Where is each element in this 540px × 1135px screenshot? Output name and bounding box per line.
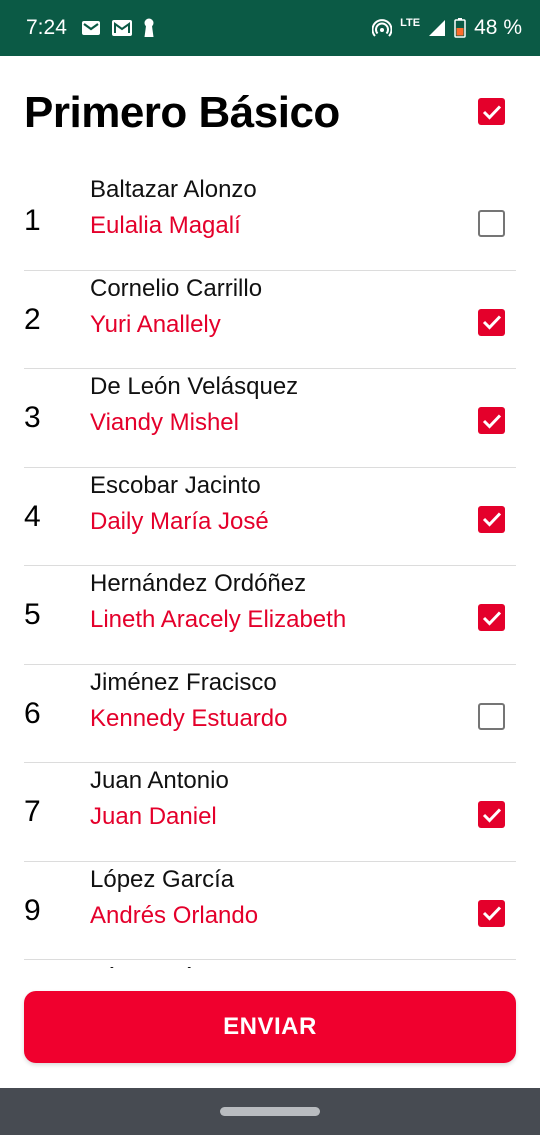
network-type: LTE [400, 17, 421, 29]
student-row[interactable]: 3 De León Velásquez Viandy Mishel [0, 369, 540, 468]
attendance-checkbox[interactable] [478, 210, 505, 237]
student-surname: López García [90, 865, 235, 893]
hotspot-icon [372, 18, 393, 38]
status-time: 7:24 [26, 16, 67, 39]
gallery-mail-icon [111, 19, 133, 37]
keyhole-icon [143, 18, 155, 38]
student-number: 1 [24, 204, 41, 237]
student-given-name: Eulalia Magalí [90, 212, 241, 239]
status-bar: 7:24 LTE 48 % [0, 0, 540, 56]
attendance-checkbox[interactable] [478, 702, 505, 730]
check-icon [482, 807, 501, 823]
notification-icons [81, 18, 155, 38]
student-number: 5 [24, 598, 41, 631]
student-row[interactable]: 4 Escobar Jacinto Daily María José [0, 468, 540, 567]
check-icon [482, 413, 501, 429]
student-number: 9 [24, 893, 41, 927]
check-icon [482, 610, 501, 626]
student-surname: Hernández Ordóñez [90, 570, 307, 597]
student-number: 6 [24, 696, 41, 730]
send-button[interactable]: ENVIAR [24, 991, 516, 1063]
select-all-checkbox[interactable] [478, 98, 505, 125]
home-gesture-handle[interactable] [220, 1107, 320, 1116]
student-row[interactable]: 5 Hernández Ordóñez Lineth Aracely Elizabe… [0, 566, 540, 665]
student-row[interactable]: 6 Jiménez Fracisco Kennedy Estuardo [0, 665, 540, 764]
student-given-name: Lineth Aracely Elizabeth [90, 606, 347, 633]
attendance-screen: Primero Básico 1 Baltazar Alonzo Eulalia M… [0, 56, 540, 1088]
student-surname: De León Velásquez [90, 373, 299, 400]
student-given-name: Daily María José [90, 507, 269, 535]
gmail-icon [81, 20, 101, 36]
attendance-checkbox[interactable] [478, 407, 505, 434]
student-given-name: Kennedy Estuardo [90, 704, 288, 732]
student-given-name: Andrés Orlando [90, 901, 259, 929]
student-surname: Jiménez Fracisco [90, 668, 277, 696]
student-surname: Juan Antonio [90, 767, 229, 794]
attendance-checkbox[interactable] [478, 801, 505, 828]
student-number: 2 [24, 302, 41, 336]
student-row[interactable]: 1 Baltazar Alonzo Eulalia Magalí [0, 172, 540, 271]
check-icon [482, 104, 501, 120]
student-given-name: Yuri Anallely [90, 310, 221, 338]
check-icon [482, 906, 501, 921]
student-number: 7 [24, 795, 41, 828]
student-row[interactable]: 2 Cornelio Carrillo Yuri Anallely [0, 271, 540, 370]
student-surname: Baltazar Alonzo [90, 176, 257, 203]
student-row[interactable]: 9 López García Andrés Orlando [0, 862, 540, 961]
student-row[interactable]: 7 Juan Antonio Juan Daniel [0, 763, 540, 862]
attendance-checkbox[interactable] [478, 604, 505, 631]
student-list: 1 Baltazar Alonzo Eulalia Magalí 2 Cornelio … [0, 172, 540, 1059]
student-number: 3 [24, 401, 41, 434]
header: Primero Básico [0, 56, 540, 172]
battery-percent: 48 % [474, 16, 522, 39]
student-surname: Cornelio Carrillo [90, 274, 263, 302]
attendance-checkbox[interactable] [478, 308, 505, 336]
navigation-bar [0, 1088, 540, 1135]
battery-icon [454, 18, 466, 38]
student-given-name: Juan Daniel [90, 803, 217, 830]
student-number: 4 [24, 499, 41, 533]
page-title: Primero Básico [24, 88, 340, 137]
student-surname: Escobar Jacinto [90, 471, 261, 499]
check-icon [482, 315, 501, 330]
system-icons: LTE 48 % [372, 16, 522, 40]
check-icon [482, 512, 501, 527]
signal-icon [428, 19, 446, 37]
attendance-checkbox[interactable] [478, 899, 505, 927]
attendance-checkbox[interactable] [478, 505, 505, 533]
student-given-name: Viandy Mishel [90, 409, 239, 436]
